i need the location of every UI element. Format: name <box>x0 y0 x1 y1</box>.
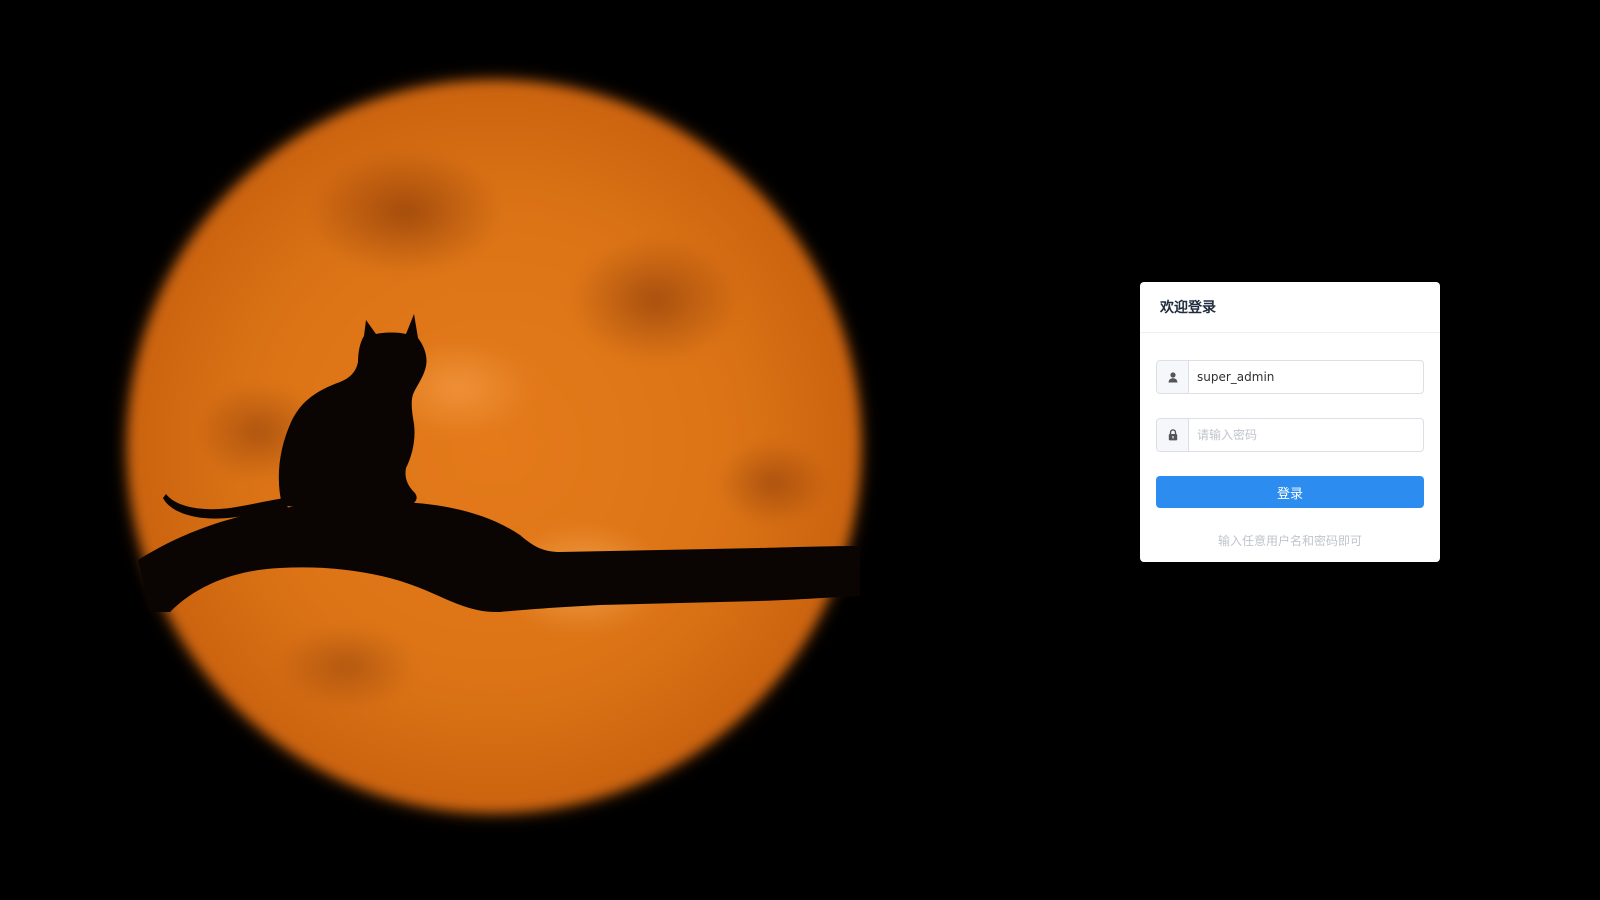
login-title: 欢迎登录 <box>1160 300 1216 316</box>
login-card: 欢迎登录 super_admin 登录 输入任意用户名和密码即可 <box>1140 282 1440 562</box>
lock-icon-glyph <box>1168 429 1177 441</box>
login-button[interactable]: 登录 <box>1156 476 1424 508</box>
login-card-header: 欢迎登录 <box>1140 282 1440 333</box>
username-input[interactable] <box>1189 361 1423 393</box>
cat-body-shape <box>278 314 427 511</box>
branch-shape <box>138 501 860 613</box>
username-input-group <box>1156 360 1424 394</box>
login-page: 欢迎登录 super_admin 登录 输入任意用户名和密码即可 <box>0 0 1600 900</box>
password-input-group <box>1156 418 1424 452</box>
password-input[interactable] <box>1189 419 1423 451</box>
user-icon-glyph <box>1168 371 1177 382</box>
login-tip: 输入任意用户名和密码即可 <box>1217 534 1362 548</box>
lock-icon <box>1157 419 1189 451</box>
user-icon <box>1157 361 1189 393</box>
login-form: 登录 输入任意用户名和密码即可 <box>1140 333 1440 549</box>
